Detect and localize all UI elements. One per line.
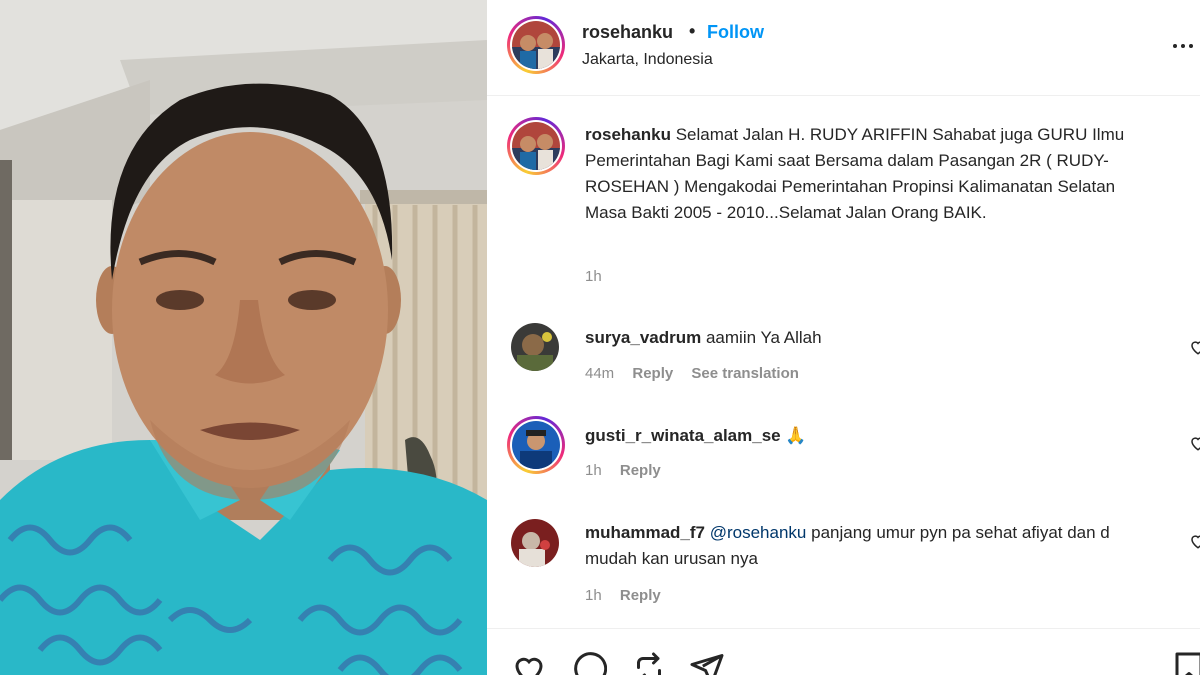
bookmark-icon[interactable]: [1171, 651, 1200, 675]
comment-meta: 44m Reply See translation: [585, 365, 813, 382]
comment-text-block: gusti_r_winata_alam_se 🙏: [585, 423, 1155, 449]
heart-icon[interactable]: [1189, 434, 1200, 452]
commenter-avatar[interactable]: [507, 416, 565, 474]
author-username[interactable]: rosehanku: [582, 22, 673, 43]
heart-icon[interactable]: [1189, 338, 1200, 356]
avatar-image: [511, 323, 559, 371]
caption-text-block: rosehanku Selamat Jalan H. RUDY ARIFFIN …: [585, 122, 1155, 226]
post-media[interactable]: [0, 0, 487, 675]
heart-icon[interactable]: [1189, 532, 1200, 550]
video-frame-image: [0, 0, 487, 675]
comment-emoji: 🙏: [785, 426, 807, 445]
comment-icon[interactable]: [571, 651, 607, 675]
comment-time[interactable]: 1h: [585, 462, 602, 479]
commenter-avatar[interactable]: [511, 519, 559, 567]
comment-meta: 1h Reply: [585, 587, 675, 604]
comment-meta: 1h Reply: [585, 462, 675, 479]
caption-meta: 1h: [585, 268, 616, 285]
reply-button[interactable]: Reply: [632, 365, 673, 382]
repost-icon[interactable]: [631, 651, 667, 675]
comment-time[interactable]: 1h: [585, 587, 602, 604]
author-avatar[interactable]: [507, 16, 565, 74]
mention-link[interactable]: @rosehanku: [710, 523, 807, 542]
separator-dot: •: [689, 21, 696, 41]
commenter-username[interactable]: gusti_r_winata_alam_se: [585, 426, 781, 445]
follow-button[interactable]: Follow: [707, 22, 764, 43]
heart-icon[interactable]: [511, 651, 547, 675]
avatar-image: [512, 421, 560, 469]
see-translation-button[interactable]: See translation: [691, 365, 799, 382]
caption-username[interactable]: rosehanku: [585, 125, 671, 144]
reply-button[interactable]: Reply: [620, 587, 661, 604]
avatar-image: [512, 122, 560, 170]
post-location[interactable]: Jakarta, Indonesia: [582, 51, 713, 69]
action-bar: [487, 628, 1200, 675]
avatar-image: [512, 21, 560, 69]
commenter-username[interactable]: surya_vadrum: [585, 328, 701, 347]
commenter-avatar[interactable]: [511, 323, 559, 371]
comment-time[interactable]: 44m: [585, 365, 614, 382]
reply-button[interactable]: Reply: [620, 462, 661, 479]
more-horizontal-icon[interactable]: [1173, 36, 1193, 56]
caption-time[interactable]: 1h: [585, 268, 602, 285]
caption-avatar[interactable]: [507, 117, 565, 175]
post-header: rosehanku • Follow Jakarta, Indonesia: [487, 0, 1200, 96]
comment-text-block: muhammad_f7 @rosehanku panjang umur pyn …: [585, 520, 1155, 572]
post-panel: rosehanku • Follow Jakarta, Indonesia ro…: [487, 0, 1200, 675]
commenter-username[interactable]: muhammad_f7: [585, 523, 705, 542]
avatar-image: [511, 519, 559, 567]
comment-text: aamiin Ya Allah: [705, 328, 822, 347]
share-icon[interactable]: [689, 651, 725, 675]
comment-text-block: surya_vadrum aamiin Ya Allah: [585, 325, 1155, 351]
